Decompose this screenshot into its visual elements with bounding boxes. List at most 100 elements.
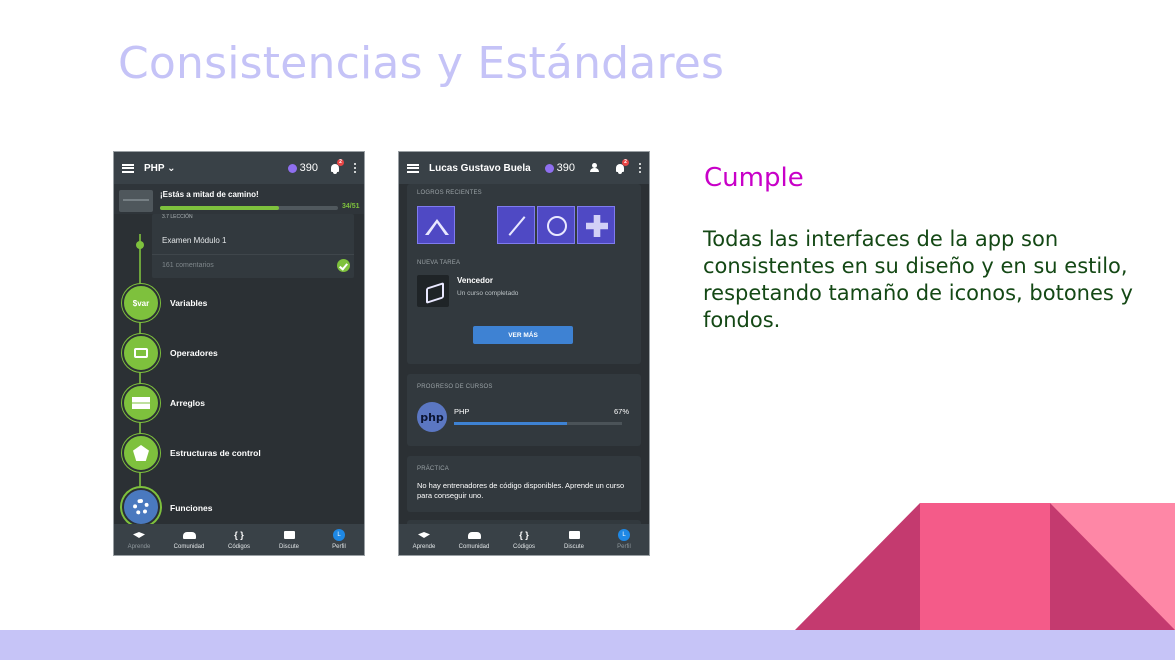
menu-icon[interactable] bbox=[407, 163, 419, 173]
course-label-estructuras[interactable]: Estructuras de control bbox=[170, 448, 261, 458]
xp-counter[interactable]: 390 bbox=[287, 162, 318, 174]
nav-label: Aprende bbox=[127, 543, 151, 550]
nav-comunidad[interactable]: Comunidad bbox=[164, 530, 214, 550]
profile-name: Lucas Gustavo Buela bbox=[429, 162, 531, 174]
nav-perfil[interactable]: L Perfil bbox=[314, 529, 364, 550]
achievement-badge-wand[interactable] bbox=[497, 206, 535, 244]
task-title: Vencedor bbox=[457, 276, 494, 285]
check-icon bbox=[337, 259, 350, 272]
course-selector[interactable]: PHP ⌄ bbox=[144, 163, 288, 174]
lesson-comments[interactable]: 161 comentarios bbox=[162, 262, 214, 269]
variables-icon: $var bbox=[132, 298, 150, 308]
deco-triangle-left bbox=[795, 503, 920, 630]
more-menu-icon[interactable] bbox=[639, 163, 641, 173]
avatar: L bbox=[333, 529, 345, 541]
bell-icon[interactable]: 2 bbox=[615, 158, 629, 174]
practice-label: PRÁCTICA bbox=[417, 466, 449, 472]
course-label-operadores[interactable]: Operadores bbox=[170, 348, 218, 358]
see-more-button[interactable]: VER MÁS bbox=[473, 326, 573, 344]
nav-aprende[interactable]: Aprende bbox=[399, 530, 449, 550]
course-node-operadores[interactable] bbox=[122, 334, 160, 372]
course-label-funciones[interactable]: Funciones bbox=[170, 503, 213, 513]
nav-label: Códigos bbox=[227, 543, 250, 550]
description-text: Todas las interfaces de la app son consi… bbox=[703, 227, 1133, 332]
achievement-badge-hand[interactable] bbox=[537, 206, 575, 244]
arrays-icon bbox=[132, 397, 150, 409]
nav-label: Comunidad bbox=[458, 543, 490, 550]
puzzle-icon bbox=[586, 215, 608, 237]
course-progress-label: PROGRESO DE CURSOS bbox=[417, 384, 493, 390]
nav-codigos[interactable]: { } Códigos bbox=[214, 530, 264, 550]
nav-label: Comunidad bbox=[173, 543, 205, 550]
braces-icon: { } bbox=[519, 530, 529, 540]
notification-badge: 2 bbox=[337, 158, 344, 166]
group-icon bbox=[467, 530, 481, 541]
lesson-number: 3.7 LECCIÓN bbox=[162, 214, 193, 220]
bottom-navigation: Aprende Comunidad { } Códigos Discute L Pe… bbox=[114, 524, 364, 555]
achievement-badge-mountain[interactable] bbox=[417, 206, 455, 244]
lesson-card[interactable]: 3.7 LECCIÓN Examen Módulo 1 161 comentar… bbox=[152, 214, 354, 278]
app-top-bar: Lucas Gustavo Buela 390 2 bbox=[399, 152, 649, 184]
divider bbox=[152, 254, 354, 255]
nav-aprende[interactable]: Aprende bbox=[114, 530, 164, 550]
progress-count: 34/51 bbox=[342, 203, 360, 210]
magic-wand-icon bbox=[508, 216, 526, 236]
lesson-title: Examen Módulo 1 bbox=[162, 236, 227, 245]
graduation-cap-icon bbox=[418, 530, 430, 541]
more-menu-icon[interactable] bbox=[354, 163, 356, 173]
progress-bar-fill bbox=[160, 206, 279, 210]
group-icon bbox=[182, 530, 196, 541]
progress-title: ¡Estás a mitad de camino! bbox=[160, 190, 259, 199]
nav-discute[interactable]: Discute bbox=[264, 530, 314, 550]
mountain-icon bbox=[425, 219, 449, 235]
phone-screenshot-course: PHP ⌄ 390 2 ¡Estás a mitad de camino! 34… bbox=[113, 151, 365, 556]
course-node-funciones[interactable] bbox=[122, 488, 160, 526]
practice-text: No hay entrenadores de código disponible… bbox=[417, 481, 625, 500]
control-structures-icon bbox=[133, 445, 149, 461]
xp-icon bbox=[544, 163, 554, 173]
task-subtitle: Un curso completado bbox=[457, 290, 519, 297]
xp-counter[interactable]: 390 bbox=[544, 162, 575, 174]
menu-icon[interactable] bbox=[122, 163, 134, 173]
course-node-arreglos[interactable] bbox=[122, 384, 160, 422]
course-node-estructuras[interactable] bbox=[122, 434, 160, 472]
achievement-badge-puzzle[interactable] bbox=[577, 206, 615, 244]
course-label-variables[interactable]: Variables bbox=[170, 298, 207, 308]
bell-icon[interactable]: 2 bbox=[330, 158, 344, 174]
trophy-task-icon bbox=[417, 275, 449, 307]
course-progress-fill bbox=[454, 422, 567, 425]
bottom-navigation: Aprende Comunidad { } Códigos Discute L Pe… bbox=[399, 524, 649, 555]
nav-label: Aprende bbox=[412, 543, 436, 550]
braces-icon: { } bbox=[234, 530, 244, 540]
gear-icon bbox=[133, 499, 149, 515]
practice-card: PRÁCTICA No hay entrenadores de código d… bbox=[407, 456, 641, 512]
xp-icon bbox=[287, 163, 297, 173]
notification-badge: 2 bbox=[622, 158, 629, 166]
nav-discute[interactable]: Discute bbox=[549, 530, 599, 550]
hand-icon bbox=[547, 216, 567, 236]
achievements-card: LOGROS RECIENTES NUEVA TAREA Vencedor Un… bbox=[407, 184, 641, 364]
nav-perfil[interactable]: L Perfil bbox=[599, 529, 649, 550]
progress-card[interactable]: ¡Estás a mitad de camino! 34/51 bbox=[114, 184, 364, 214]
nav-label: Discute bbox=[563, 543, 584, 550]
slide-title: Consistencias y Estándares bbox=[118, 38, 725, 89]
course-label-arreglos[interactable]: Arreglos bbox=[170, 398, 205, 408]
module-icon bbox=[119, 190, 153, 212]
chat-icon bbox=[568, 530, 580, 541]
course-progress-card[interactable]: PROGRESO DE CURSOS php PHP 67% bbox=[407, 374, 641, 446]
nav-label: Discute bbox=[278, 543, 299, 550]
app-top-bar: PHP ⌄ 390 2 bbox=[114, 152, 364, 184]
course-name: PHP bbox=[454, 407, 470, 416]
operators-icon bbox=[134, 348, 148, 358]
achievements-label: LOGROS RECIENTES bbox=[417, 190, 482, 196]
nav-comunidad[interactable]: Comunidad bbox=[449, 530, 499, 550]
course-percent: 67% bbox=[613, 407, 629, 416]
add-user-icon[interactable] bbox=[587, 163, 601, 173]
task-label: NUEVA TAREA bbox=[417, 260, 461, 266]
xp-value: 390 bbox=[299, 162, 318, 174]
nav-codigos[interactable]: { } Códigos bbox=[499, 530, 549, 550]
course-node-variables[interactable]: $var bbox=[122, 284, 160, 322]
deco-square bbox=[920, 503, 1050, 630]
xp-value: 390 bbox=[556, 162, 575, 174]
avatar: L bbox=[618, 529, 630, 541]
